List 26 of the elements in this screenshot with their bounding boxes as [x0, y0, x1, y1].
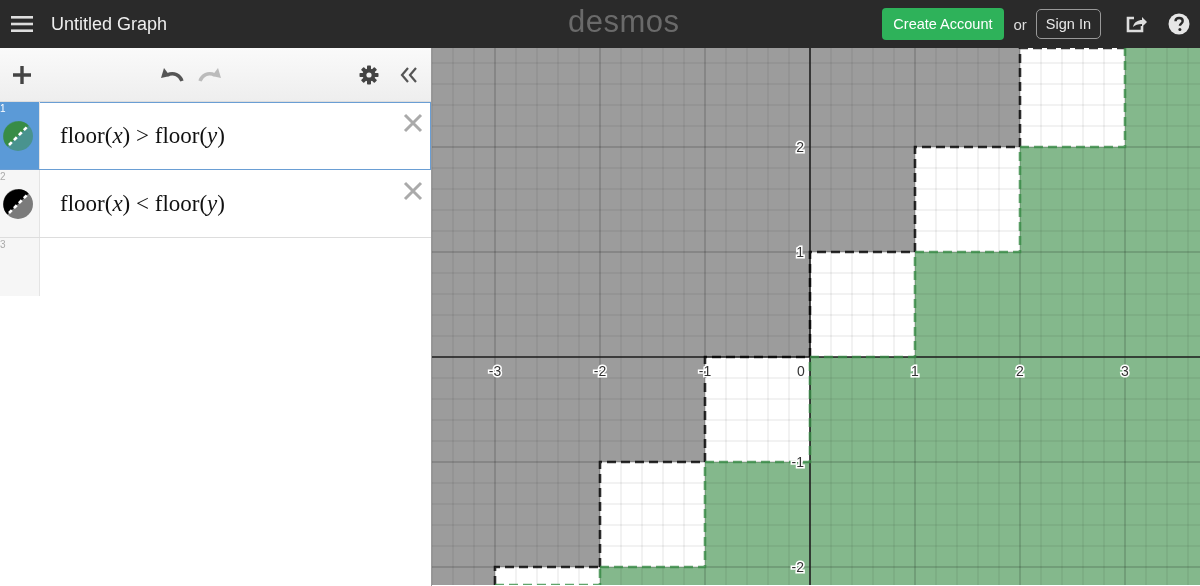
- sign-in-button[interactable]: Sign In: [1035, 9, 1101, 39]
- graph-title: Untitled Graph: [51, 13, 168, 35]
- expression-row[interactable]: 2 floor(x) < floor(y): [0, 170, 431, 238]
- logo: desmos: [568, 4, 680, 40]
- y-axis-tick-label: 2: [796, 139, 804, 155]
- expression-formula: floor(x) > floor(y): [60, 122, 225, 149]
- x-axis-tick-label: 0: [797, 363, 805, 379]
- x-axis-tick-label: 1: [911, 363, 919, 379]
- x-axis-tick-label: -2: [593, 363, 607, 379]
- style-icon[interactable]: [2, 188, 33, 219]
- x-axis-tick-label: -3: [488, 363, 502, 379]
- y-axis-tick-label: -2: [791, 559, 804, 575]
- row-number: 3: [0, 239, 6, 250]
- add-icon[interactable]: [12, 64, 32, 85]
- expression-formula: floor(x) < floor(y): [60, 190, 225, 217]
- y-axis-tick-label: 1: [796, 244, 804, 260]
- or-label: or: [1013, 15, 1027, 33]
- help-icon[interactable]: [1168, 13, 1190, 35]
- row-number: 2: [0, 171, 6, 182]
- settings-icon[interactable]: [359, 64, 379, 85]
- x-axis-tick-label: -1: [698, 363, 712, 379]
- menu-icon[interactable]: [11, 15, 33, 33]
- x-axis-tick-label: 2: [1016, 363, 1024, 379]
- row-number: 1: [0, 103, 6, 114]
- share-icon[interactable]: [1125, 14, 1147, 34]
- x-axis-tick-label: 3: [1121, 363, 1129, 379]
